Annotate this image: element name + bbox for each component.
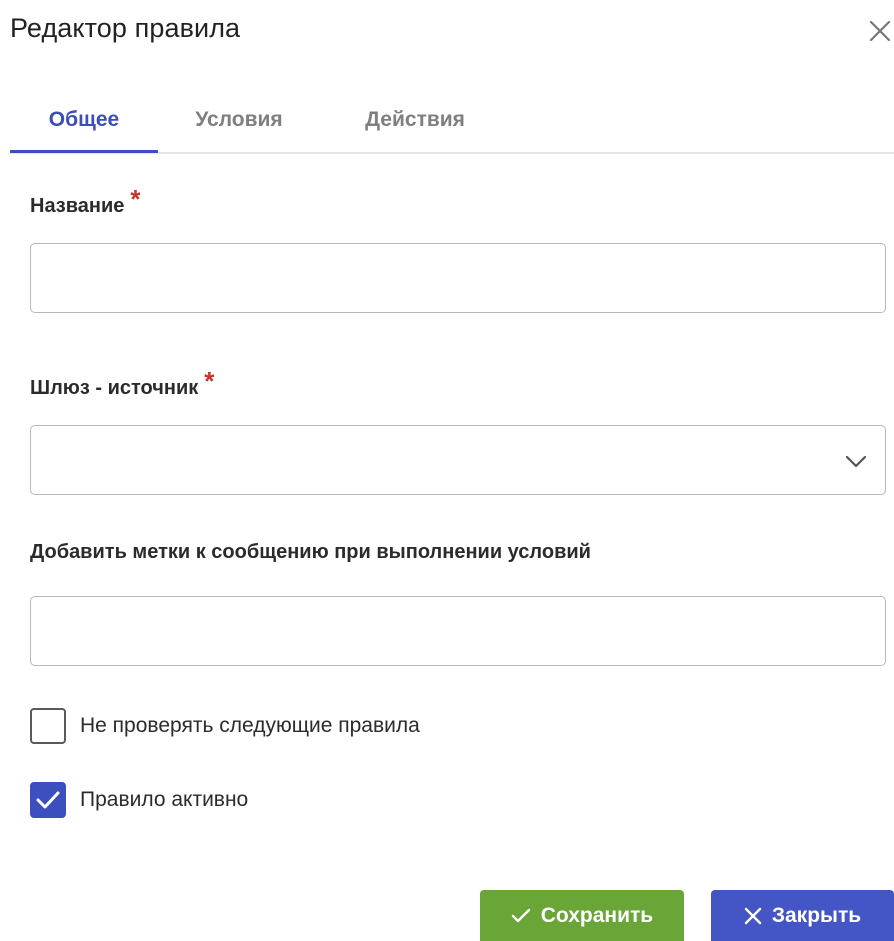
check-icon <box>36 791 60 809</box>
tags-label: Добавить метки к сообщению при выполнени… <box>30 541 591 563</box>
dialog-title: Редактор правила <box>10 13 241 43</box>
gateway-select[interactable] <box>30 425 886 495</box>
save-button[interactable]: Сохранить <box>480 890 684 941</box>
chevron-down-icon <box>845 455 867 468</box>
tab-conditions[interactable]: Условия <box>176 86 302 150</box>
name-label: Название * <box>30 184 141 219</box>
close-icon <box>744 907 762 924</box>
gateway-label-text: Шлюз - источник <box>30 377 199 399</box>
tab-bar: Общее Условия Действия <box>10 86 894 154</box>
close-icon[interactable] <box>868 14 892 46</box>
rule-editor-dialog: Редактор правила Общее Условия Действия … <box>0 0 894 941</box>
required-mark: * <box>130 184 141 214</box>
check-icon <box>511 908 530 922</box>
rule-active-checkbox[interactable] <box>30 782 66 818</box>
name-input[interactable] <box>30 243 886 313</box>
save-button-label: Сохранить <box>540 903 654 927</box>
tab-general[interactable]: Общее <box>10 86 158 150</box>
close-button-label: Закрыть <box>771 903 862 927</box>
rule-active-label: Правило активно <box>80 788 249 811</box>
required-mark: * <box>204 366 215 396</box>
tags-input[interactable] <box>30 596 886 666</box>
skip-next-rules-checkbox[interactable] <box>30 708 66 744</box>
skip-next-rules-label: Не проверять следующие правила <box>80 714 420 737</box>
tab-actions[interactable]: Действия <box>350 86 480 150</box>
close-button[interactable]: Закрыть <box>711 890 894 941</box>
name-label-text: Название <box>30 195 125 217</box>
gateway-label: Шлюз - источник * <box>30 366 214 401</box>
active-tab-indicator <box>10 150 158 153</box>
